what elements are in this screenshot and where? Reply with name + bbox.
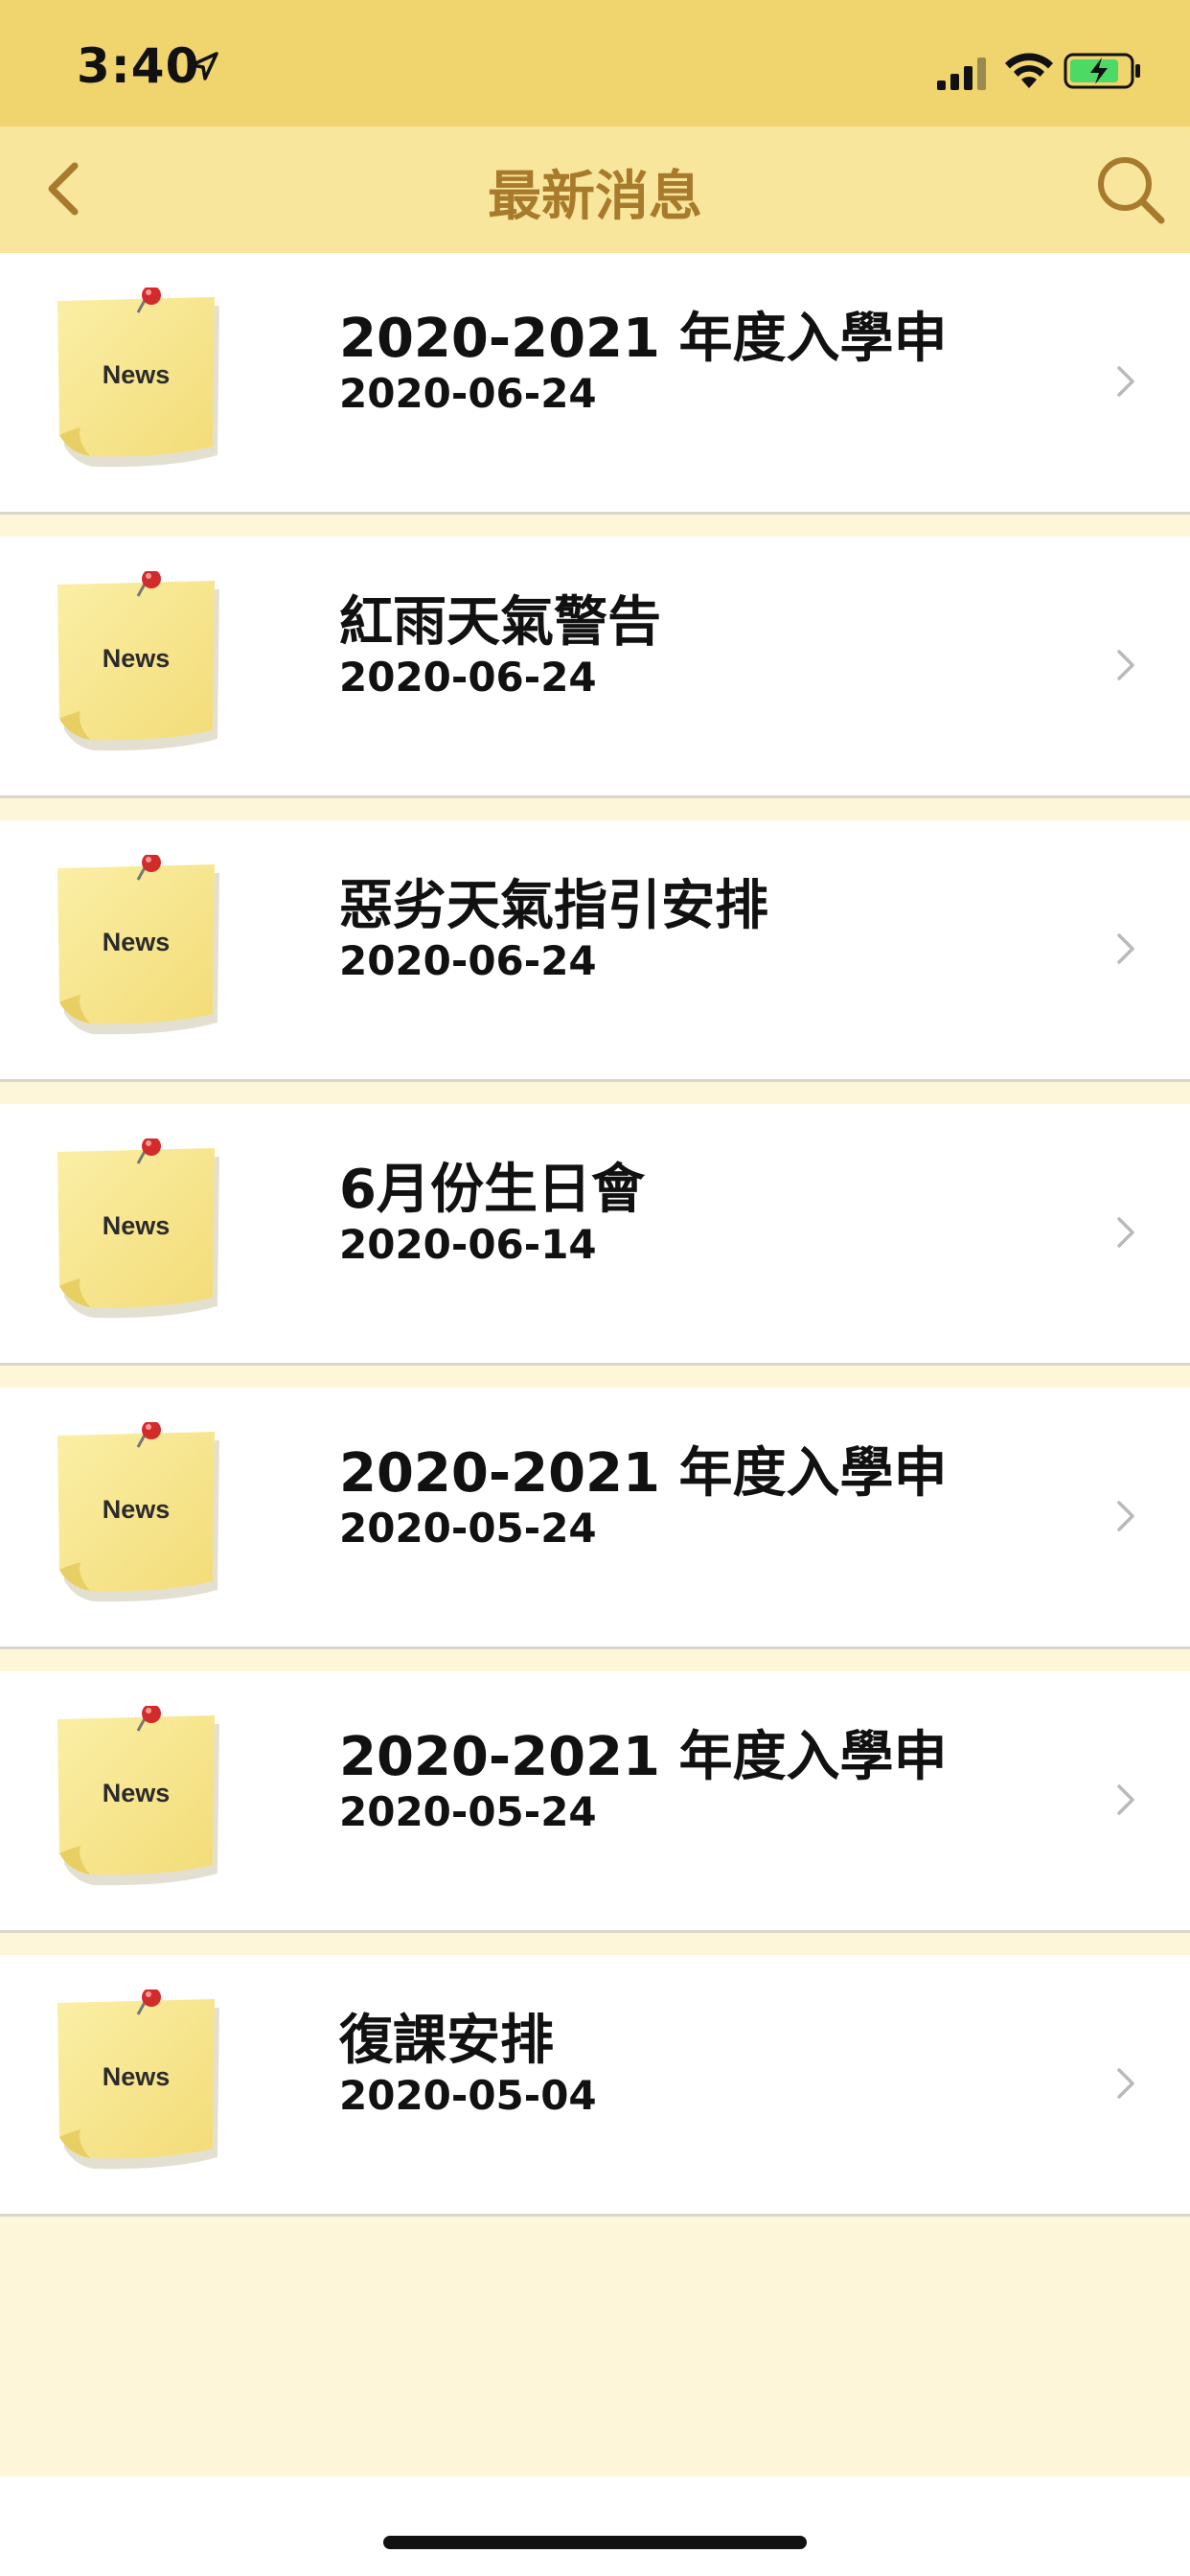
news-label: News bbox=[103, 360, 171, 389]
battery-charging-icon bbox=[1064, 53, 1140, 89]
truncation-ellipsis: ... bbox=[947, 1442, 952, 1505]
news-title: 2020-2021 年度入學申... bbox=[339, 295, 952, 373]
home-indicator[interactable] bbox=[383, 2536, 807, 2549]
chevron-right-icon bbox=[1117, 933, 1134, 964]
news-list-item[interactable]: News 6月份生日會 2020-06-14 bbox=[0, 1104, 1190, 1366]
news-title-text: 2020-2021 年度入學申 bbox=[339, 1442, 948, 1505]
news-date: 2020-06-24 bbox=[339, 654, 597, 701]
sticky-note-news-icon: News bbox=[57, 288, 219, 468]
news-date: 2020-05-04 bbox=[339, 2072, 597, 2119]
news-label: News bbox=[103, 2062, 171, 2091]
news-title: 2020-2021 年度入學申... bbox=[339, 1430, 952, 1507]
status-bar: 3:40 bbox=[0, 0, 1190, 126]
navigation-bar: 最新消息 bbox=[0, 126, 1190, 253]
news-list-item[interactable]: News 2020-2021 年度入學申... 2020-05-24 bbox=[0, 1388, 1190, 1649]
news-title-text: 2020-2021 年度入學申 bbox=[339, 308, 948, 370]
sticky-note-news-icon: News bbox=[57, 571, 219, 751]
news-title: 6月份生日會 bbox=[339, 1146, 952, 1224]
sticky-note-news-icon: News bbox=[57, 1138, 219, 1319]
sticky-note-news-icon: News bbox=[57, 1706, 219, 1886]
news-title: 復課安排 bbox=[339, 1997, 952, 2075]
sticky-note-news-icon: News bbox=[57, 1422, 219, 1602]
news-list: News 2020-2021 年度入學申... 2020-06-24 News … bbox=[0, 253, 1190, 2239]
chevron-right-icon bbox=[1117, 650, 1134, 680]
cellular-signal-icon bbox=[937, 58, 986, 90]
truncation-ellipsis: ... bbox=[947, 1726, 952, 1788]
news-title-text: 復課安排 bbox=[339, 2010, 554, 2072]
news-list-item[interactable]: News 紅雨天氣警告 2020-06-24 bbox=[0, 537, 1190, 798]
wifi-icon bbox=[1005, 53, 1053, 88]
chevron-right-icon bbox=[1117, 1784, 1134, 1815]
status-time: 3:40 bbox=[77, 38, 200, 94]
news-date: 2020-05-24 bbox=[339, 1505, 597, 1552]
chevron-right-icon bbox=[1117, 1217, 1134, 1248]
page-title: 最新消息 bbox=[488, 166, 702, 228]
truncation-ellipsis: ... bbox=[947, 308, 952, 370]
news-title-text: 2020-2021 年度入學申 bbox=[339, 1726, 948, 1788]
news-label: News bbox=[103, 1779, 171, 1807]
news-title: 2020-2021 年度入學申... bbox=[339, 1714, 952, 1791]
news-list-item[interactable]: News 2020-2021 年度入學申... 2020-06-24 bbox=[0, 253, 1190, 515]
location-arrow-icon bbox=[190, 52, 218, 80]
news-list-item[interactable]: News 惡劣天氣指引安排 2020-06-24 bbox=[0, 820, 1190, 1082]
news-date: 2020-06-14 bbox=[339, 1221, 597, 1268]
search-button[interactable] bbox=[1092, 151, 1169, 228]
news-date: 2020-05-24 bbox=[339, 1788, 597, 1835]
news-date: 2020-06-24 bbox=[339, 370, 597, 417]
news-title-text: 紅雨天氣警告 bbox=[339, 591, 661, 654]
chevron-right-icon bbox=[1117, 366, 1134, 397]
news-title: 惡劣天氣指引安排 bbox=[339, 862, 952, 940]
sticky-note-news-icon: News bbox=[57, 1990, 219, 2170]
news-title: 紅雨天氣警告 bbox=[339, 579, 952, 656]
home-indicator-area bbox=[0, 2476, 1190, 2576]
news-title-text: 6月份生日會 bbox=[339, 1159, 645, 1221]
news-label: News bbox=[103, 928, 171, 956]
news-date: 2020-06-24 bbox=[339, 937, 597, 984]
chevron-right-icon bbox=[1117, 1501, 1134, 1531]
chevron-right-icon bbox=[1117, 2068, 1134, 2099]
news-list-item[interactable]: News 2020-2021 年度入學申... 2020-05-24 bbox=[0, 1671, 1190, 1933]
news-label: News bbox=[103, 1495, 171, 1524]
sticky-note-news-icon: News bbox=[57, 855, 219, 1035]
news-label: News bbox=[103, 1211, 171, 1240]
news-label: News bbox=[103, 644, 171, 673]
news-list-item[interactable]: News 復課安排 2020-05-04 bbox=[0, 1955, 1190, 2217]
news-title-text: 惡劣天氣指引安排 bbox=[339, 875, 768, 937]
